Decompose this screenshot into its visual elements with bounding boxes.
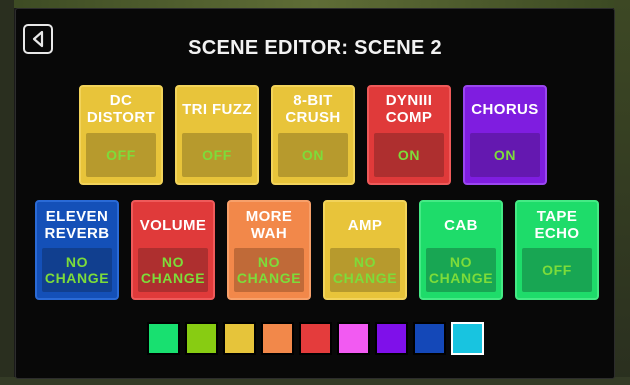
effect-name: DC DISTORT xyxy=(86,92,156,126)
effect-name: AMP xyxy=(347,216,383,234)
effect-state: ON xyxy=(278,133,348,177)
effect-name: VOLUME xyxy=(139,216,207,234)
effect-block[interactable]: MORE WAH NO CHANGE xyxy=(227,200,311,300)
effect-state: ON xyxy=(470,133,540,177)
effect-block[interactable]: ELEVEN REVERB NO CHANGE xyxy=(35,200,119,300)
background-top xyxy=(0,0,630,8)
effect-block[interactable]: DYNIII COMP ON xyxy=(367,85,451,185)
effect-block[interactable]: CAB NO CHANGE xyxy=(419,200,503,300)
effect-block[interactable]: AMP NO CHANGE xyxy=(323,200,407,300)
effect-state: OFF xyxy=(182,133,252,177)
effect-block[interactable]: TAPE ECHO OFF xyxy=(515,200,599,300)
color-swatch-purple[interactable] xyxy=(375,322,408,355)
effect-name: TRI FUZZ xyxy=(182,100,252,118)
color-swatch-lime[interactable] xyxy=(185,322,218,355)
effect-block[interactable]: VOLUME NO CHANGE xyxy=(131,200,215,300)
effect-name: CAB xyxy=(444,216,478,234)
effect-state: NO CHANGE xyxy=(234,248,304,292)
effect-state: NO CHANGE xyxy=(42,248,112,292)
effect-state: NO CHANGE xyxy=(330,248,400,292)
effect-block[interactable]: CHORUS ON xyxy=(463,85,547,185)
color-swatch-pink[interactable] xyxy=(337,322,370,355)
effect-name: CHORUS xyxy=(471,100,539,118)
color-swatch-yellow[interactable] xyxy=(223,322,256,355)
color-swatch-orange[interactable] xyxy=(261,322,294,355)
effect-state: OFF xyxy=(86,133,156,177)
color-swatch-blue[interactable] xyxy=(413,322,446,355)
effect-state: ON xyxy=(374,133,444,177)
effect-name: MORE WAH xyxy=(245,208,293,242)
color-swatch-red[interactable] xyxy=(299,322,332,355)
color-swatch-green[interactable] xyxy=(147,322,180,355)
effect-state: NO CHANGE xyxy=(138,248,208,292)
effect-state: OFF xyxy=(522,248,592,292)
color-swatch-cyan[interactable] xyxy=(451,322,484,355)
effect-block[interactable]: DC DISTORT OFF xyxy=(79,85,163,185)
effect-name: ELEVEN REVERB xyxy=(44,208,110,242)
effect-state: NO CHANGE xyxy=(426,248,496,292)
effect-name: DYNIII COMP xyxy=(385,92,433,126)
effect-name: 8-BIT CRUSH xyxy=(285,92,341,126)
effect-block[interactable]: TRI FUZZ OFF xyxy=(175,85,259,185)
page-title: SCENE EDITOR: SCENE 2 xyxy=(188,37,442,59)
effect-block[interactable]: 8-BIT CRUSH ON xyxy=(271,85,355,185)
effect-name: TAPE ECHO xyxy=(534,208,580,242)
